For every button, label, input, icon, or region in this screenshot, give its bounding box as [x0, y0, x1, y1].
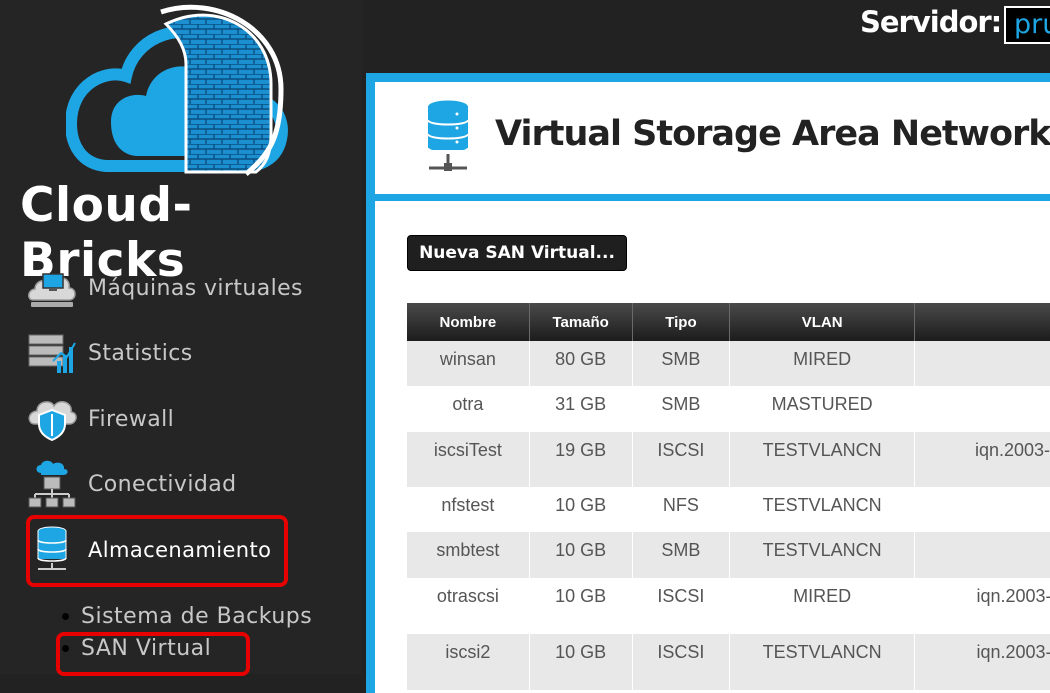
- cell-tipo: SMB: [632, 341, 730, 386]
- table-row[interactable]: nfstest 10 GB NFS TESTVLANCN 1: [407, 487, 1050, 532]
- san-table: Nombre Tamaño Tipo VLAN winsan 80 GB SMB…: [407, 303, 1050, 690]
- bullet-icon: [62, 645, 69, 652]
- bullet-icon: [62, 613, 69, 620]
- subitem-label: Sistema de Backups: [81, 604, 312, 629]
- cell-tamano: 80 GB: [529, 341, 632, 386]
- column-header-nombre[interactable]: Nombre: [407, 303, 529, 341]
- cell-tipo: ISCSI: [632, 578, 730, 634]
- cell-vlan: TESTVLANCN: [730, 634, 915, 690]
- cell-extra: iqn.2003-0: [915, 578, 1050, 634]
- cell-tipo: SMB: [632, 386, 730, 432]
- cell-tamano: 31 GB: [529, 386, 632, 432]
- column-header-tamano[interactable]: Tamaño: [529, 303, 632, 341]
- table-row[interactable]: iscsiTest 19 GB ISCSI TESTVLANCN iqn.200…: [407, 432, 1050, 487]
- table-row[interactable]: smbtest 10 GB SMB TESTVLANCN: [407, 532, 1050, 578]
- cell-tamano: 10 GB: [529, 634, 632, 690]
- cloud-shield-icon: [26, 393, 78, 445]
- cloud-computer-icon: [26, 262, 78, 314]
- cell-extra: iqn.2003-0: [915, 634, 1050, 690]
- cell-extra: [915, 386, 1050, 432]
- cell-tipo: ISCSI: [632, 634, 730, 690]
- cell-nombre: winsan: [407, 341, 529, 386]
- table-header-row: Nombre Tamaño Tipo VLAN: [407, 303, 1050, 341]
- table-row[interactable]: otra 31 GB SMB MASTURED: [407, 386, 1050, 432]
- sidebar-item-label: Firewall: [88, 407, 174, 432]
- cell-tipo: ISCSI: [632, 432, 730, 487]
- server-stats-icon: [26, 327, 78, 379]
- cell-vlan: TESTVLANCN: [730, 532, 915, 578]
- sidebar-item-almacenamiento[interactable]: Almacenamiento: [26, 522, 271, 578]
- cell-tipo: SMB: [632, 532, 730, 578]
- cell-vlan: MIRED: [730, 578, 915, 634]
- cell-nombre: otra: [407, 386, 529, 432]
- sidebar-item-conectividad[interactable]: Conectividad: [26, 456, 236, 512]
- database-icon: [425, 98, 471, 183]
- sidebar-item-label: Máquinas virtuales: [88, 276, 303, 301]
- cell-nombre: otrascsi: [407, 578, 529, 634]
- subitem-san-virtual[interactable]: SAN Virtual: [62, 636, 211, 661]
- database-icon: [26, 524, 78, 576]
- table-row[interactable]: iscsi2 10 GB ISCSI TESTVLANCN iqn.2003-0: [407, 634, 1050, 690]
- cell-vlan: MASTURED: [730, 386, 915, 432]
- cell-tamano: 19 GB: [529, 432, 632, 487]
- cloud-brick-logo-icon: [66, 4, 301, 184]
- cell-tipo: NFS: [632, 487, 730, 532]
- cell-nombre: smbtest: [407, 532, 529, 578]
- cell-extra: [915, 341, 1050, 386]
- table-row[interactable]: otrascsi 10 GB ISCSI MIRED iqn.2003-0: [407, 578, 1050, 634]
- sidebar-item-firewall[interactable]: Firewall: [26, 391, 174, 447]
- page-title: Virtual Storage Area Network: [495, 114, 1050, 154]
- sidebar-item-label: Conectividad: [88, 472, 236, 497]
- sidebar: Cloud-Bricks Máquinas virtuales: [0, 0, 362, 674]
- cell-nombre: nfstest: [407, 487, 529, 532]
- sidebar-item-label: Statistics: [88, 341, 193, 366]
- column-header-vlan[interactable]: VLAN: [730, 303, 915, 341]
- cell-extra: [915, 532, 1050, 578]
- network-icon: [26, 458, 78, 510]
- table-row[interactable]: winsan 80 GB SMB MIRED: [407, 341, 1050, 386]
- brand-logo: Cloud-Bricks: [18, 0, 338, 235]
- cell-vlan: MIRED: [730, 341, 915, 386]
- cell-nombre: iscsiTest: [407, 432, 529, 487]
- sidebar-item-maquinas-virtuales[interactable]: Máquinas virtuales: [26, 260, 303, 316]
- subitem-sistema-backups[interactable]: Sistema de Backups: [62, 604, 312, 629]
- cell-tamano: 10 GB: [529, 532, 632, 578]
- title-bar: Virtual Storage Area Network: [375, 82, 1050, 201]
- cell-extra: iqn.2003-0: [915, 432, 1050, 487]
- cell-vlan: TESTVLANCN: [730, 432, 915, 487]
- column-header-extra: [915, 303, 1050, 341]
- cell-tamano: 10 GB: [529, 487, 632, 532]
- cell-vlan: TESTVLANCN: [730, 487, 915, 532]
- main-panel: Virtual Storage Area Network Nueva SAN V…: [366, 73, 1050, 693]
- sidebar-item-label: Almacenamiento: [88, 538, 271, 562]
- server-label: Servidor:: [860, 5, 1001, 39]
- cell-nombre: iscsi2: [407, 634, 529, 690]
- cell-tamano: 10 GB: [529, 578, 632, 634]
- server-select[interactable]: pru: [1004, 6, 1050, 44]
- cell-extra: 1: [915, 487, 1050, 532]
- column-header-tipo[interactable]: Tipo: [632, 303, 730, 341]
- subitem-label: SAN Virtual: [81, 636, 211, 661]
- new-san-button[interactable]: Nueva SAN Virtual...: [407, 235, 627, 271]
- sidebar-item-statistics[interactable]: Statistics: [26, 325, 193, 381]
